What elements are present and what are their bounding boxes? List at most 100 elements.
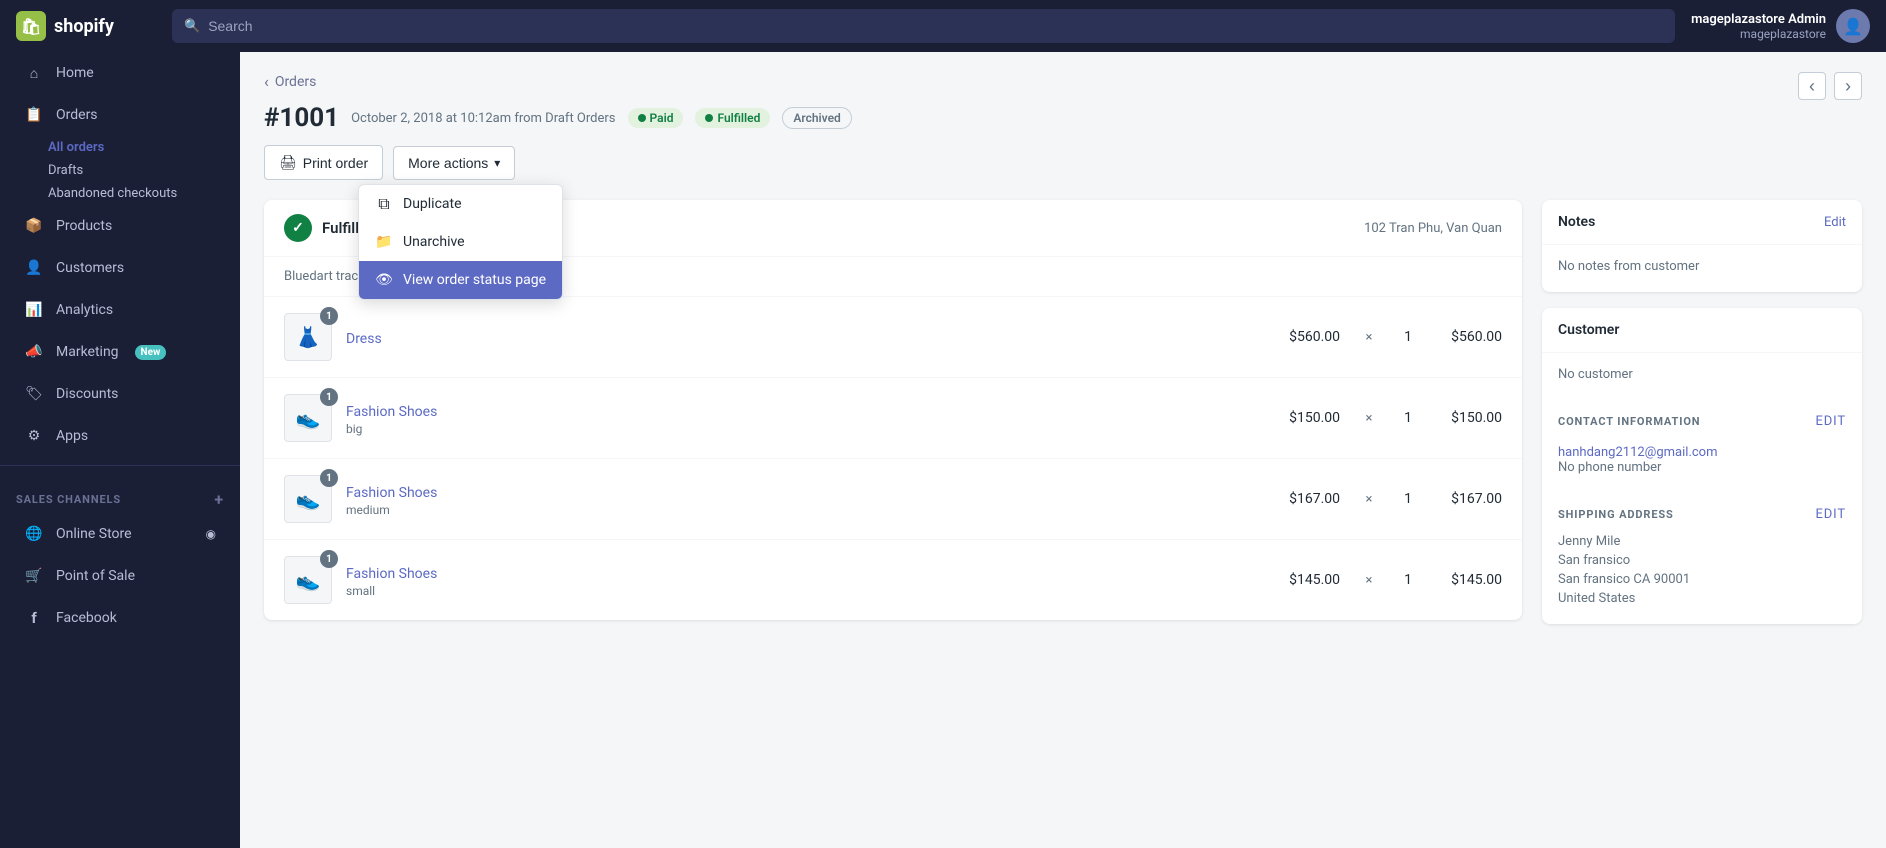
sidebar-item-apps[interactable]: Apps [8, 416, 232, 456]
discounts-icon [24, 384, 44, 404]
sidebar: Home Orders All orders Drafts Abandoned … [0, 52, 240, 848]
online-store-visible-icon[interactable] [206, 526, 216, 542]
sidebar-item-home[interactable]: Home [8, 53, 232, 93]
line-item: 👟 1 Fashion Shoes small $145.00 × 1 $145… [264, 540, 1522, 620]
item-price: $145.00 [1260, 572, 1340, 588]
shipping-edit-button[interactable]: Edit [1815, 507, 1846, 522]
dropdown-item-view-status[interactable]: View order status page [359, 261, 562, 299]
item-name[interactable]: Dress [346, 331, 382, 347]
line-item: 👟 1 Fashion Shoes big $150.00 × 1 $150.0… [264, 378, 1522, 459]
marketing-new-badge: New [135, 345, 167, 360]
online-store-icon [24, 524, 44, 544]
chevron-down-icon [494, 156, 500, 170]
item-price: $167.00 [1260, 491, 1340, 507]
add-channel-icon[interactable] [214, 490, 224, 509]
sidebar-item-products[interactable]: Products [8, 206, 232, 246]
line-item: 👗 1 Dress $560.00 × 1 $560.00 [264, 297, 1522, 378]
sidebar-item-label: Marketing [56, 344, 119, 360]
contact-phone: No phone number [1558, 460, 1846, 475]
search-bar[interactable] [172, 9, 1675, 43]
item-details: Dress [346, 328, 1246, 347]
contact-edit-button[interactable]: Edit [1815, 414, 1846, 429]
sidebar-item-online-store[interactable]: Online Store [8, 514, 232, 554]
sidebar-item-label: Apps [56, 428, 88, 444]
item-multiply-sign: × [1354, 573, 1384, 588]
customers-icon [24, 258, 44, 278]
more-actions-button[interactable]: More actions [393, 146, 515, 180]
item-details: Fashion Shoes big [346, 401, 1246, 436]
main-content: ‹ Orders #1001 October 2, 2018 at 10:12a… [240, 52, 1886, 848]
item-details: Fashion Shoes medium [346, 482, 1246, 517]
line-items-list: 👗 1 Dress $560.00 × 1 $560.00 👟 1 Fashio… [264, 297, 1522, 620]
sidebar-item-label: Discounts [56, 386, 118, 402]
avatar[interactable]: 👤 [1836, 9, 1870, 43]
next-order-button[interactable] [1834, 72, 1862, 100]
sidebar-item-discounts[interactable]: Discounts [8, 374, 232, 414]
item-name[interactable]: Fashion Shoes [346, 485, 437, 501]
shipping-address-line: San fransico [1558, 553, 1846, 568]
shipping-address-line: Jenny Mile [1558, 534, 1846, 549]
sidebar-item-drafts[interactable]: Drafts [0, 159, 240, 182]
search-input[interactable] [208, 18, 1663, 34]
item-name[interactable]: Fashion Shoes [346, 566, 437, 582]
sidebar-item-marketing[interactable]: Marketing New [8, 332, 232, 372]
facebook-icon [24, 608, 44, 628]
duplicate-icon [375, 195, 393, 213]
sidebar-item-abandoned[interactable]: Abandoned checkouts [0, 182, 240, 205]
item-quantity: 1 [1398, 491, 1418, 507]
more-actions-dropdown: Duplicate Unarchive View order status pa… [358, 184, 563, 300]
item-variant: small [346, 584, 1246, 598]
item-price: $150.00 [1260, 410, 1340, 426]
item-multiply-sign: × [1354, 330, 1384, 345]
sidebar-item-customers[interactable]: Customers [8, 248, 232, 288]
item-total: $150.00 [1432, 410, 1502, 426]
item-quantity: 1 [1398, 572, 1418, 588]
sidebar-item-analytics[interactable]: Analytics [8, 290, 232, 330]
sidebar-item-label: Home [56, 65, 94, 81]
fulfilled-badge: Fulfilled [695, 108, 770, 128]
shipping-address-body: Jenny MileSan fransicoSan fransico CA 90… [1542, 530, 1862, 624]
shipping-address-line: United States [1558, 591, 1846, 606]
sidebar-item-label: Analytics [56, 302, 113, 318]
sidebar-item-orders[interactable]: Orders [8, 95, 232, 135]
marketing-icon [24, 342, 44, 362]
notes-content: No notes from customer [1558, 259, 1846, 274]
item-qty-badge: 1 [320, 307, 338, 325]
prev-order-button[interactable] [1798, 72, 1826, 100]
notes-title: Notes [1558, 214, 1595, 230]
item-qty-badge: 1 [320, 469, 338, 487]
dropdown-item-duplicate[interactable]: Duplicate [359, 185, 562, 223]
user-info: mageplazastore Admin mageplazastore [1691, 12, 1826, 41]
contact-email[interactable]: hanhdang2112@gmail.com [1558, 445, 1718, 460]
user-menu[interactable]: mageplazastore Admin mageplazastore 👤 [1691, 9, 1870, 43]
analytics-icon [24, 300, 44, 320]
print-order-button[interactable]: Print order [264, 145, 383, 180]
line-item: 👟 1 Fashion Shoes medium $167.00 × 1 $16… [264, 459, 1522, 540]
pos-icon [24, 566, 44, 586]
archive-icon [375, 233, 393, 251]
order-navigation [1798, 72, 1862, 100]
customer-title: Customer [1558, 322, 1619, 338]
item-name[interactable]: Fashion Shoes [346, 404, 437, 420]
sales-channels-section: SALES CHANNELS [0, 474, 240, 513]
user-name: mageplazastore Admin [1691, 12, 1826, 27]
sidebar-item-label: Orders [56, 107, 98, 123]
customer-content: No customer [1558, 367, 1846, 382]
order-id: #1001 [264, 103, 339, 133]
sidebar-item-point-of-sale[interactable]: Point of Sale [8, 556, 232, 596]
order-toolbar: Print order More actions Duplicate Unarc… [264, 145, 1862, 180]
sidebar-item-label: Facebook [56, 610, 117, 626]
sidebar-item-facebook[interactable]: Facebook [8, 598, 232, 638]
shopify-logo[interactable]: 🛍 shopify [16, 11, 156, 41]
eye-icon [375, 271, 393, 289]
notes-edit-button[interactable]: Edit [1824, 215, 1846, 230]
notes-card-header: Notes Edit [1542, 200, 1862, 245]
left-arrow-icon [1809, 76, 1815, 97]
sidebar-item-all-orders[interactable]: All orders [0, 136, 240, 159]
printer-icon [279, 154, 297, 171]
top-navigation: 🛍 shopify mageplazastore Admin mageplaza… [0, 0, 1886, 52]
customer-body: No customer [1542, 353, 1862, 400]
dropdown-item-unarchive[interactable]: Unarchive [359, 223, 562, 261]
breadcrumb-orders-link[interactable]: Orders [275, 74, 317, 90]
sidebar-item-label: Online Store [56, 526, 132, 542]
